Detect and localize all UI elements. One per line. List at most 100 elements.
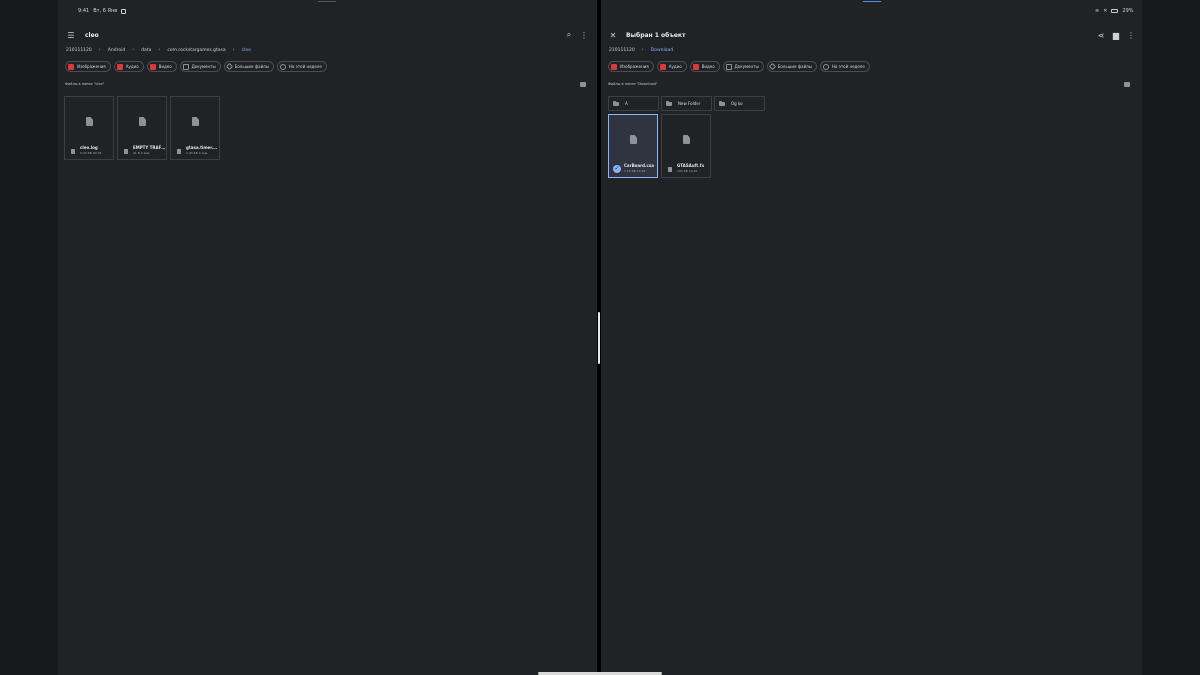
- mute-icon: ✕: [1103, 8, 1108, 14]
- chip-this-week[interactable]: На этой неделе: [276, 61, 327, 72]
- chip-video[interactable]: Видео: [689, 61, 720, 72]
- delete-icon[interactable]: ▆: [1110, 29, 1122, 41]
- chip-label: Большие файлы: [234, 64, 269, 69]
- split-resize-handle[interactable]: [598, 312, 600, 364]
- file-name: gtasa.timer.fl...: [186, 145, 219, 150]
- file-tile[interactable]: GTASAuft.fx 190 КБ 10:46: [661, 114, 711, 178]
- file-name: cleo.log: [80, 145, 98, 150]
- folder-icon: [719, 100, 725, 106]
- document-icon: [71, 149, 75, 154]
- right-pane-indicator: [863, 1, 881, 2]
- file-meta: 5,39 КБ 09:03: [80, 151, 102, 155]
- crumb-android[interactable]: Android: [107, 48, 126, 53]
- crumb-package[interactable]: com.rockstargames.gtasa: [166, 48, 226, 53]
- status-bar-right: ≋ ✕ 29%: [1095, 8, 1134, 14]
- file-name: EMPTY TRAFF...: [133, 145, 166, 150]
- right-breadcrumb: 210111120 › Download: [608, 47, 674, 53]
- file-icon: [139, 117, 146, 126]
- chip-documents[interactable]: Документы: [722, 61, 764, 72]
- right-pane: ≋ ✕ 29% ✕ Выбран 1 объект ⋖ ▆ ⋮ 21011112…: [601, 0, 1142, 675]
- more-options-icon[interactable]: ⋮: [1125, 29, 1137, 41]
- file-name: CarBoard.csa: [624, 163, 654, 168]
- document-icon: [725, 63, 732, 70]
- folder-item[interactable]: New Folder: [661, 96, 712, 111]
- chip-images[interactable]: Изображения: [608, 61, 654, 72]
- crumb-root[interactable]: 210111120: [65, 48, 93, 53]
- chip-large-files[interactable]: Большие файлы: [223, 61, 274, 72]
- left-pane: 9:41 Вт, 6 Янв ☰ cleo ⌕ ⋮ 210111120 › And…: [58, 0, 597, 675]
- file-tile[interactable]: gtasa.timer.fl... 1,43 КБ 4 янв.: [170, 96, 220, 160]
- folder-name: Og ko: [731, 101, 743, 106]
- right-topbar: Выбран 1 объект: [626, 27, 1142, 43]
- status-bar-left: 9:41 Вт, 6 Янв: [78, 8, 127, 14]
- clock-icon: [279, 63, 286, 70]
- menu-icon[interactable]: ☰: [65, 29, 77, 41]
- image-icon: [611, 63, 617, 70]
- chip-label: Аудио: [668, 64, 682, 69]
- document-icon: [124, 149, 128, 154]
- crumb-data[interactable]: data: [140, 48, 152, 53]
- chip-label: На этой неделе: [831, 64, 865, 69]
- chip-label: На этой неделе: [288, 64, 322, 69]
- folder-name: A: [625, 101, 628, 106]
- file-tile[interactable]: cleo.log 5,39 КБ 09:03: [64, 96, 114, 160]
- tag-icon: [225, 62, 233, 71]
- right-filter-chips: Изображения Аудио Видео Документы Больши…: [608, 61, 870, 72]
- chip-label: Аудио: [125, 64, 139, 69]
- folder-item[interactable]: Og ko: [714, 96, 765, 111]
- file-icon: [192, 117, 199, 126]
- battery-level: 29%: [1122, 8, 1134, 14]
- chevron-right-icon: ›: [132, 47, 135, 53]
- video-icon: [692, 63, 699, 70]
- selection-title: Выбран 1 объект: [626, 31, 686, 39]
- chip-this-week[interactable]: На этой неделе: [819, 61, 870, 72]
- notification-icon: [121, 8, 127, 14]
- chip-video[interactable]: Видео: [146, 61, 177, 72]
- folder-icon: [613, 100, 619, 106]
- clock-icon: [822, 63, 829, 70]
- file-tile-selected[interactable]: ✓ CarBoard.csa 7,19 КБ 10:46: [608, 114, 658, 178]
- chip-label: Документы: [734, 64, 759, 69]
- grid-view-icon[interactable]: [1124, 82, 1130, 87]
- chip-large-files[interactable]: Большие файлы: [766, 61, 817, 72]
- search-icon[interactable]: ⌕: [563, 29, 575, 41]
- crumb-current[interactable]: Download: [650, 48, 674, 53]
- status-date: Вт, 6 Янв: [93, 8, 118, 14]
- crumb-current[interactable]: cleo: [241, 48, 252, 53]
- right-section-label: Файлы в папке "Download": [608, 82, 658, 86]
- left-topbar: cleo: [85, 27, 597, 43]
- chevron-right-icon: ›: [98, 47, 101, 53]
- left-breadcrumb: 210111120 › Android › data › com.rockstarga…: [65, 47, 252, 53]
- file-meta: 41 Б 4 янв.: [133, 151, 151, 155]
- wifi-icon: ≋: [1095, 8, 1100, 14]
- left-section-label: Файлы в папке "cleo": [65, 82, 105, 86]
- audio-icon: [659, 63, 666, 70]
- chevron-right-icon: ›: [232, 47, 235, 53]
- share-icon[interactable]: ⋖: [1095, 29, 1107, 41]
- chip-label: Видео: [158, 64, 172, 69]
- close-icon[interactable]: ✕: [607, 29, 619, 41]
- file-icon: [86, 117, 93, 126]
- left-pane-indicator: [318, 1, 336, 2]
- chip-audio[interactable]: Аудио: [656, 61, 687, 72]
- status-time: 9:41: [78, 8, 90, 14]
- folder-name: New Folder: [678, 101, 701, 106]
- file-meta: 190 КБ 10:46: [677, 169, 698, 173]
- audio-icon: [116, 63, 123, 70]
- checkmark-icon[interactable]: ✓: [613, 165, 621, 173]
- grid-view-icon[interactable]: [580, 82, 586, 87]
- document-icon: [182, 63, 189, 70]
- file-tile[interactable]: EMPTY TRAFF... 41 Б 4 янв.: [117, 96, 167, 160]
- left-title: cleo: [85, 31, 99, 39]
- video-icon: [149, 63, 156, 70]
- crumb-root[interactable]: 210111120: [608, 48, 636, 53]
- more-options-icon[interactable]: ⋮: [578, 29, 590, 41]
- folder-icon: [666, 100, 672, 106]
- chip-label: Большие файлы: [777, 64, 812, 69]
- document-icon: [668, 167, 672, 172]
- chevron-right-icon: ›: [158, 47, 161, 53]
- chip-images[interactable]: Изображения: [65, 61, 111, 72]
- folder-item[interactable]: A: [608, 96, 659, 111]
- chip-documents[interactable]: Документы: [179, 61, 221, 72]
- chip-audio[interactable]: Аудио: [113, 61, 144, 72]
